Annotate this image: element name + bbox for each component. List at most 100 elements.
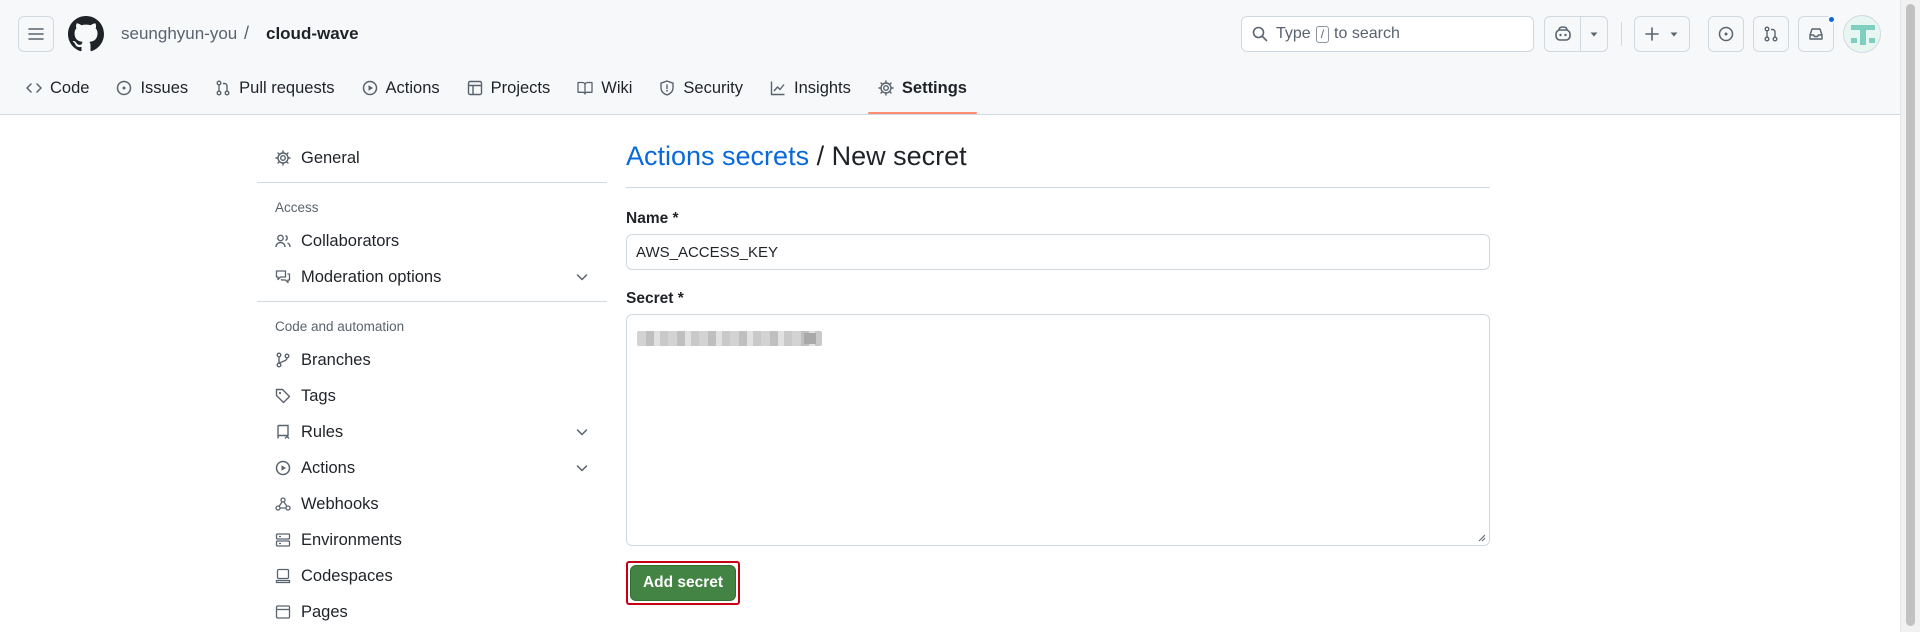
- header-divider: [1621, 22, 1622, 46]
- pull-request-icon: [216, 80, 230, 96]
- sidebar-item-label: General: [301, 148, 360, 167]
- github-logo-icon[interactable]: [68, 16, 104, 52]
- sidebar-item-label: Environments: [301, 530, 402, 549]
- comment-discussion-icon: [275, 270, 291, 284]
- projects-icon: [467, 80, 482, 96]
- settings-sidebar: General Access Collaborators Moderation …: [257, 140, 607, 630]
- scrollbar-thumb[interactable]: [1906, 4, 1915, 626]
- gear-icon: [275, 150, 291, 166]
- triangle-down-icon: [1590, 32, 1598, 37]
- tab-label: Wiki: [601, 78, 633, 97]
- code-icon: [26, 83, 42, 93]
- tab-label: Pull requests: [239, 78, 335, 97]
- search-input[interactable]: Type / to search: [1241, 16, 1534, 52]
- sidebar-item-pages[interactable]: Pages: [257, 594, 607, 630]
- tab-label: Code: [50, 78, 90, 97]
- create-new-button[interactable]: [1634, 16, 1690, 52]
- sidebar-item-label: Webhooks: [301, 494, 379, 513]
- notification-indicator: [1827, 15, 1836, 24]
- people-icon: [275, 234, 291, 248]
- sidebar-heading-code-automation: Code and automation: [275, 318, 405, 334]
- breadcrumb-owner-link[interactable]: seunghyun-you: [121, 24, 237, 44]
- search-icon: [1252, 26, 1268, 42]
- tab-label: Security: [683, 78, 744, 97]
- pull-request-icon: [1764, 26, 1778, 42]
- server-icon: [275, 533, 291, 547]
- page-title-text: / New secret: [809, 141, 967, 171]
- copilot-dropdown-button[interactable]: [1581, 16, 1608, 52]
- tab-security[interactable]: Security: [649, 70, 753, 106]
- sidebar-heading-access: Access: [275, 199, 319, 215]
- sidebar-item-actions[interactable]: Actions: [257, 450, 607, 486]
- sidebar-divider: [257, 182, 607, 183]
- name-label: Name *: [626, 210, 679, 227]
- sidebar-item-collaborators[interactable]: Collaborators: [257, 223, 607, 259]
- sidebar-item-general[interactable]: General: [257, 140, 607, 176]
- tab-label: Insights: [794, 78, 851, 97]
- hamburger-menu-button[interactable]: [18, 16, 54, 52]
- sidebar-item-rules[interactable]: Rules: [257, 414, 607, 450]
- avatar[interactable]: [1843, 15, 1881, 53]
- chevron-down-icon[interactable]: [575, 270, 589, 284]
- secret-name-input[interactable]: [626, 234, 1490, 270]
- actions-icon: [362, 80, 377, 96]
- sidebar-item-label: Branches: [301, 350, 371, 369]
- branch-icon: [276, 352, 290, 368]
- sidebar-item-branches[interactable]: Branches: [257, 342, 607, 378]
- sidebar-item-label: Codespaces: [301, 566, 393, 585]
- tab-wiki[interactable]: Wiki: [567, 70, 642, 106]
- submit-highlight: Add secret: [626, 561, 740, 605]
- chevron-down-icon[interactable]: [575, 461, 589, 475]
- pull-requests-button[interactable]: [1753, 16, 1789, 52]
- add-secret-button[interactable]: Add secret: [630, 565, 736, 601]
- search-suffix: to search: [1334, 25, 1400, 42]
- app-header: seunghyun-you / cloud-wave Type / to sea…: [0, 0, 1900, 115]
- issues-button[interactable]: [1708, 16, 1744, 52]
- breadcrumb-repo-link[interactable]: cloud-wave: [266, 24, 359, 44]
- graph-icon: [770, 81, 785, 96]
- resize-handle-icon[interactable]: [1476, 532, 1486, 542]
- triangle-down-icon: [1670, 32, 1678, 37]
- tab-issues[interactable]: Issues: [106, 70, 198, 106]
- page-scrollbar[interactable]: [1900, 0, 1920, 632]
- sidebar-item-label: Actions: [301, 458, 356, 477]
- copilot-button[interactable]: [1544, 16, 1581, 52]
- repo-push-icon: [277, 424, 290, 439]
- identicon-icon: [1851, 25, 1875, 45]
- hamburger-icon: [28, 28, 44, 40]
- sidebar-item-label: Pages: [301, 602, 348, 621]
- chevron-down-icon[interactable]: [575, 425, 589, 439]
- secret-label: Secret *: [626, 290, 684, 307]
- tab-pull-requests[interactable]: Pull requests: [205, 70, 344, 106]
- tab-actions[interactable]: Actions: [352, 70, 450, 106]
- sidebar-item-codespaces[interactable]: Codespaces: [257, 558, 607, 594]
- sidebar-item-moderation-options[interactable]: Moderation options: [257, 259, 607, 295]
- tab-insights[interactable]: Insights: [760, 70, 861, 106]
- tab-label: Settings: [901, 78, 967, 97]
- tab-label: Issues: [140, 78, 189, 97]
- codespaces-icon: [275, 568, 291, 584]
- wiki-icon: [577, 81, 593, 95]
- sidebar-item-environments[interactable]: Environments: [257, 522, 607, 558]
- tab-code[interactable]: Code: [16, 70, 99, 106]
- play-icon: [275, 460, 291, 476]
- new-secret-form: Actions secrets / New secret Name * Secr…: [626, 140, 1490, 605]
- secret-value-textarea[interactable]: [626, 314, 1490, 546]
- inbox-icon: [1809, 28, 1823, 40]
- issues-icon: [1718, 26, 1734, 42]
- repo-navigation: Code Issues Pull requests Actions Projec…: [16, 70, 984, 114]
- sidebar-item-tags[interactable]: Tags: [257, 378, 607, 414]
- actions-secrets-link[interactable]: Actions secrets: [626, 141, 809, 172]
- search-prefix: Type: [1276, 25, 1311, 42]
- sidebar-item-label: Tags: [301, 386, 336, 405]
- gear-icon: [878, 80, 894, 96]
- tab-label: Actions: [385, 78, 440, 97]
- shield-icon: [660, 80, 675, 96]
- sidebar-item-label: Moderation options: [301, 267, 442, 286]
- page-title: Actions secrets / New secret: [626, 140, 1490, 188]
- plus-icon: [1645, 27, 1659, 41]
- tab-projects[interactable]: Projects: [457, 70, 561, 106]
- browser-icon: [275, 605, 291, 619]
- tab-settings[interactable]: Settings: [867, 70, 978, 114]
- sidebar-item-webhooks[interactable]: Webhooks: [257, 486, 607, 522]
